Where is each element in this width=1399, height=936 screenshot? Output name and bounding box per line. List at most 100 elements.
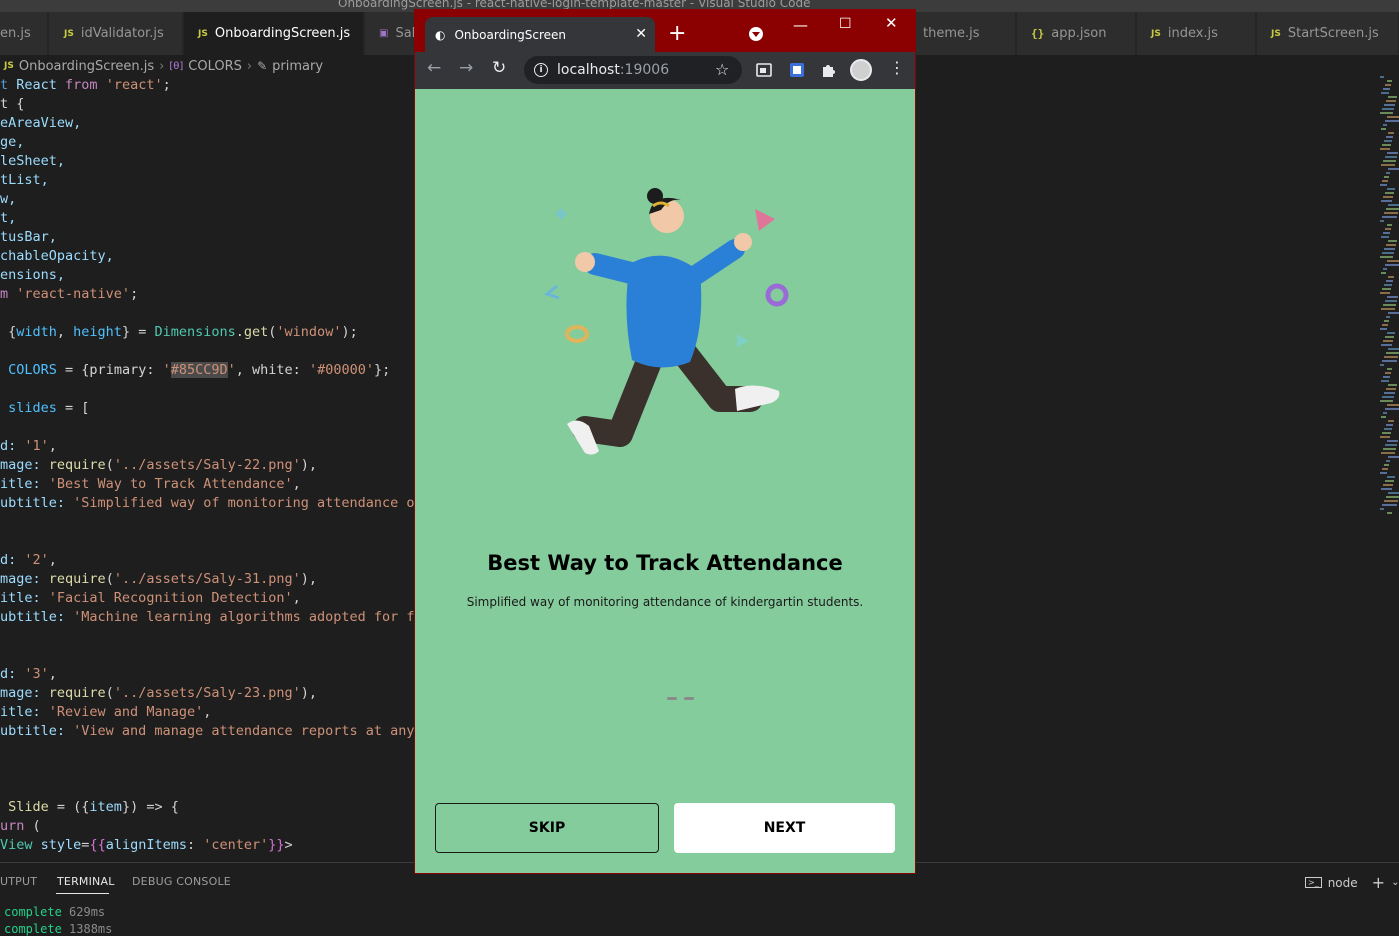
tab-search-icon[interactable]: [749, 27, 763, 41]
minimap-line: [1386, 424, 1393, 426]
code-line: chableOpacity,: [0, 248, 114, 264]
code-editor[interactable]: t React from 'react'; t { eAreaView, ge,…: [0, 76, 420, 862]
breadcrumb-symbol[interactable]: COLORS: [188, 59, 242, 74]
minimap-line: [1384, 104, 1395, 106]
code-line: mage: require('../assets/Saly-23.png'),: [0, 685, 318, 701]
minimap-line: [1380, 436, 1390, 438]
tab-onboardingscreen[interactable]: JS OnboardingScreen.js ✕: [184, 12, 364, 55]
minimap-line: [1386, 280, 1393, 282]
minimap-line: [1388, 276, 1394, 278]
js-file-icon: JS: [1151, 28, 1161, 39]
more-menu-icon[interactable]: ⋮: [889, 60, 905, 76]
minimap-line: [1388, 240, 1397, 242]
chevron-down-icon[interactable]: ⌄: [1391, 877, 1399, 888]
minimap-line: [1384, 248, 1395, 250]
code-line: Slide = ({item}) => {: [8, 799, 179, 815]
minimap-line: [1381, 92, 1389, 94]
plus-icon[interactable]: +: [1372, 873, 1385, 892]
favicon-icon: ◐: [435, 27, 446, 42]
minimap-line: [1383, 160, 1396, 162]
minimap-line: [1385, 336, 1394, 338]
minimap-line: [1382, 288, 1391, 290]
avatar[interactable]: [850, 59, 872, 81]
tab-terminal[interactable]: TERMINAL: [57, 875, 115, 888]
code-line: mage: require('../assets/Saly-31.png'),: [0, 571, 318, 587]
tab-saly[interactable]: ▣ Sal: [365, 12, 417, 55]
minimap-line: [1382, 396, 1394, 398]
code-line: itle: 'Best Way to Track Attendance',: [0, 476, 301, 492]
minimap-line: [1380, 112, 1393, 114]
code-line: View style={{alignItems: 'center'}}>: [0, 837, 293, 853]
code-line: {width, height} = Dimensions.get('window…: [0, 324, 358, 340]
js-file-icon: JS: [1271, 28, 1281, 39]
extensions-puzzle-icon[interactable]: [820, 61, 838, 79]
address-bar[interactable]: i localhost:19006: [524, 56, 742, 84]
js-file-icon: JS: [198, 28, 208, 39]
minimap[interactable]: [1380, 76, 1399, 516]
tab-label: OnboardingScreen.js: [214, 26, 351, 41]
new-tab-icon[interactable]: +: [668, 23, 686, 45]
code-line: t {: [0, 96, 25, 112]
reload-icon[interactable]: ↻: [492, 60, 506, 77]
minimap-line: [1386, 172, 1390, 174]
slide-subtitle: Simplified way of monitoring attendance …: [466, 595, 864, 609]
minimap-line: [1385, 120, 1399, 122]
tab-en[interactable]: en.js: [0, 12, 48, 55]
terminal-line: complete 1388ms: [4, 922, 113, 936]
tab-index[interactable]: JS index.js: [1137, 12, 1256, 55]
json-file-icon: {}: [1031, 27, 1045, 40]
minimap-line: [1386, 388, 1396, 390]
browser-window: ◐ OnboardingScreen ✕ + — ☐ ✕ ← → ↻ i loc…: [414, 9, 916, 874]
close-icon[interactable]: ✕: [363, 26, 364, 42]
code-line: itle: 'Facial Recognition Detection',: [0, 590, 301, 606]
tab-idvalidator[interactable]: JS idValidator.js: [49, 12, 183, 55]
app-viewport: Best Way to Track Attendance Simplified …: [415, 89, 915, 873]
breadcrumb-file[interactable]: OnboardingScreen.js: [19, 59, 154, 74]
minimap-line: [1388, 132, 1394, 134]
wrench-icon: ✎: [257, 59, 268, 73]
chevron-right-icon: ›: [159, 58, 165, 74]
minimap-line: [1384, 320, 1389, 322]
minimap-line: [1380, 400, 1393, 402]
minimap-line: [1385, 444, 1397, 446]
tab-theme[interactable]: theme.js: [916, 12, 1016, 55]
maximize-icon[interactable]: ☐: [839, 17, 852, 31]
image-file-icon: ▣: [379, 28, 389, 39]
code-line: d: '1',: [0, 438, 57, 454]
next-button[interactable]: NEXT: [674, 803, 895, 853]
minimap-line: [1383, 124, 1387, 126]
minimap-line: [1385, 264, 1399, 266]
terminal-selector[interactable]: >_ node + ⌄: [1305, 873, 1399, 892]
close-window-icon[interactable]: ✕: [885, 16, 898, 31]
breadcrumb-property[interactable]: primary: [272, 59, 323, 74]
back-icon[interactable]: ←: [427, 60, 441, 77]
code-line: d: '2',: [0, 552, 57, 568]
tab-output[interactable]: UTPUT: [0, 875, 37, 888]
info-icon[interactable]: i: [534, 63, 548, 77]
code-line: itle: 'Review and Manage',: [0, 704, 212, 720]
code-line: w,: [0, 191, 17, 207]
running-person-illustration: [543, 188, 789, 455]
skip-button[interactable]: SKIP: [435, 803, 659, 853]
minimap-line: [1383, 412, 1387, 414]
minimap-line: [1383, 268, 1387, 270]
minimap-line: [1386, 496, 1399, 498]
tab-app-json[interactable]: {} app.json: [1017, 12, 1136, 55]
picture-in-picture-icon[interactable]: [755, 61, 773, 79]
browser-tab[interactable]: ◐ OnboardingScreen ✕: [425, 17, 655, 52]
code-line: t React from 'react';: [0, 77, 171, 93]
tab-debug-console[interactable]: DEBUG CONSOLE: [132, 875, 231, 888]
minimap-line: [1380, 472, 1387, 474]
extension-reader-icon[interactable]: [788, 61, 806, 79]
minimap-line: [1388, 204, 1399, 206]
close-icon[interactable]: ✕: [635, 26, 647, 42]
bookmark-star-icon[interactable]: ☆: [715, 60, 729, 79]
minimize-icon[interactable]: —: [793, 18, 808, 33]
forward-icon[interactable]: →: [459, 60, 473, 77]
minimap-line: [1388, 348, 1399, 350]
minimap-line: [1387, 404, 1399, 406]
minimap-line: [1383, 88, 1390, 90]
triangle-shape: [737, 334, 749, 347]
tab-startscreen[interactable]: JS StartScreen.js: [1257, 12, 1399, 55]
minimap-line: [1386, 460, 1390, 462]
